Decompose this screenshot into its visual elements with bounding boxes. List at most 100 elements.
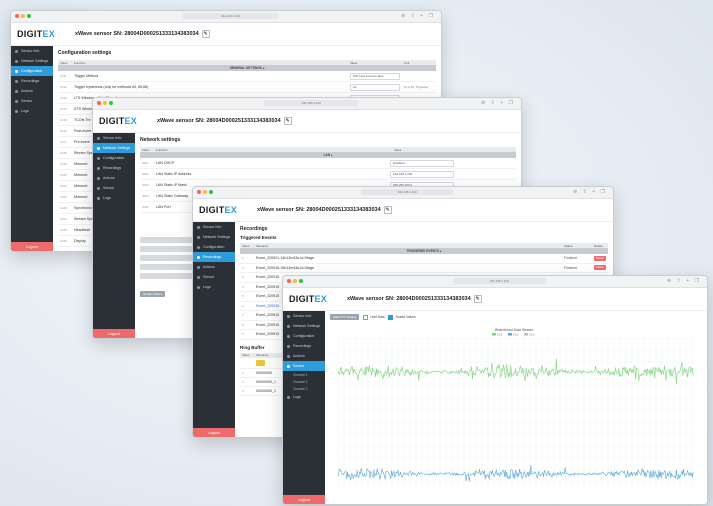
row-index: 8 [242,322,244,327]
app-header: DIGITEX xWave sensor SN: 28004D000251333… [193,199,613,222]
sidebar-item-configuration[interactable]: Configuration [93,153,135,163]
row-index: 1017 [60,140,67,144]
sidebar-item-sensor[interactable]: Sensor [93,183,135,193]
sidebar-sub-channel-3[interactable]: Channel 3 [283,385,325,392]
sidebar-item-recordings[interactable]: Recordings [283,341,325,351]
close-dot-icon[interactable] [97,101,101,105]
sidebar-item-recordings[interactable]: Recordings [93,163,135,173]
sidebar-sub-channel-1[interactable]: Channel 1 [283,371,325,378]
row-index: 7 [242,313,244,318]
start-fft-button[interactable]: Start FFT Display [330,314,360,320]
row-filename-link[interactable]: Event_220921-14h13m43s-Id-Stage [256,256,564,260]
row-index: 1 [242,370,244,375]
row-filename-link[interactable]: Event_220916-15h13m44s-Id-Stage [256,266,564,270]
sidebar-item-recordings[interactable]: Recordings [11,76,53,86]
maximize-dot-icon[interactable] [27,14,31,18]
hold-data-checkbox[interactable]: Hold Data [363,314,384,320]
row-index: 1016 [60,129,67,133]
window-sensor: 192.168.1.100 ⊕ ⇪ + ❐ DIGITEX xWave sens… [282,275,708,505]
minimize-dot-icon[interactable] [103,101,107,105]
table-row: 1011 Trigger Method SW (Use interval value [58,71,436,82]
edit-icon[interactable]: ✎ [201,30,210,38]
minimize-dot-icon[interactable] [293,279,297,283]
scaled-values-checkbox[interactable]: Scaled Values [388,314,416,320]
channel-1-trace [337,358,694,385]
sidebar-item-logs[interactable]: Logs [11,106,53,116]
sidebar-item-sensor[interactable]: Sensor [11,96,53,106]
channel-2-trace [337,465,694,482]
logout-button[interactable]: Logout [193,428,235,437]
sidebar-sub-channel-2[interactable]: Channel 2 [283,378,325,385]
browser-chrome: 192.168.1.100 ⊕ ⇪ + ❐ [93,98,521,110]
sidebar-item-logs[interactable]: Logs [93,193,135,203]
row-index: 1018 [60,151,67,155]
sidebar-item-configuration[interactable]: Configuration [11,66,53,76]
maximize-dot-icon[interactable] [299,279,303,283]
maximize-dot-icon[interactable] [209,190,213,194]
row-index: 9 [242,332,244,337]
minimize-dot-icon[interactable] [21,14,25,18]
delete-button[interactable]: Delete [594,255,606,261]
sidebar-item-network-settings[interactable]: Network Settings [11,56,53,66]
row-function: Trigger Method [74,74,99,78]
sidebar-item-recordings[interactable]: Recordings [193,252,235,262]
browser-actions-icon[interactable]: ⊕ ⇪ + ❐ [401,13,435,19]
sidebar-item-network-settings[interactable]: Network Settings [193,232,235,242]
row-status: Finished [564,256,577,261]
legend-label: Ch 3 [529,332,535,336]
sidebar-item-actions[interactable]: Actions [93,173,135,183]
sidebar-item-configuration[interactable]: Configuration [283,331,325,341]
sidebar-item-logs[interactable]: Logs [283,392,325,402]
browser-actions-icon[interactable]: ⊕ ⇪ + ❐ [481,100,515,106]
close-dot-icon[interactable] [287,279,291,283]
row-index: 1021 [60,184,67,188]
sidebar-item-network-settings[interactable]: Network Settings [283,321,325,331]
sidebar-item-actions[interactable]: Actions [193,262,235,272]
minimize-dot-icon[interactable] [203,190,207,194]
row-index: 4 [242,284,244,289]
sidebar-item-sensor-info[interactable]: Sensor Info [93,133,135,143]
row-index: 3 [242,388,244,393]
update-values-button[interactable]: Update Values [140,291,166,297]
row-index: 3001 [142,161,149,165]
logout-button[interactable]: Logout [93,329,135,338]
sidebar-item-actions[interactable]: Actions [283,351,325,361]
row-unit: % of thr. Trigcount [404,85,429,89]
browser-actions-icon[interactable]: ⊕ ⇪ + ❐ [573,189,607,195]
browser-chrome: 192.168.1.100 ⊕ ⇪ + ❐ [11,11,441,23]
address-bar[interactable]: 192.168.1.100 [452,278,546,284]
sensor-title: xWave sensor SN: 28004D00025133313438303… [75,30,210,38]
edit-icon[interactable]: ✎ [473,295,482,303]
logout-button[interactable]: Logout [283,495,325,504]
logo: DIGITEX [17,29,56,39]
address-bar[interactable]: 192.168.1.100 [361,189,454,195]
sidebar-item-network-settings[interactable]: Network Settings [93,143,135,153]
row-value-input[interactable]: 10 [350,83,400,91]
address-bar[interactable]: 192.168.1.100 [264,100,359,106]
sidebar-item-sensor[interactable]: Sensor [193,272,235,282]
sidebar-item-sensor[interactable]: Sensor [283,361,325,371]
close-dot-icon[interactable] [197,190,201,194]
edit-icon[interactable]: ✎ [283,117,292,125]
sidebar-item-configuration[interactable]: Configuration [193,242,235,252]
delete-button[interactable]: Delete [594,265,606,271]
close-dot-icon[interactable] [15,14,19,18]
row-index: 1019 [60,162,67,166]
sidebar-item-sensor-info[interactable]: Sensor Info [283,311,325,321]
sidebar-item-logs[interactable]: Logs [193,282,235,292]
browser-actions-icon[interactable]: ⊕ ⇪ + ❐ [667,278,701,284]
address-bar[interactable]: 192.168.1.100 [183,13,278,19]
row-index: 1013 [60,96,67,100]
edit-icon[interactable]: ✎ [383,206,392,214]
sidebar-item-sensor-info[interactable]: Sensor Info [193,222,235,232]
row-value-input[interactable]: 192.168.1.100 [390,170,454,178]
logout-button[interactable]: Logout [11,242,53,251]
sidebar-item-sensor-info[interactable]: Sensor Info [11,46,53,56]
sidebar: Sensor Info Network Settings Configurati… [11,46,53,251]
sensor-title: xWave sensor SN: 28004D00025133313438303… [257,206,392,214]
maximize-dot-icon[interactable] [109,101,113,105]
row-value-input[interactable]: SW (Use interval value [350,72,400,80]
sidebar-item-actions[interactable]: Actions [11,86,53,96]
row-value-input[interactable]: Disabled [390,159,454,167]
row-index: 1012 [60,85,67,89]
